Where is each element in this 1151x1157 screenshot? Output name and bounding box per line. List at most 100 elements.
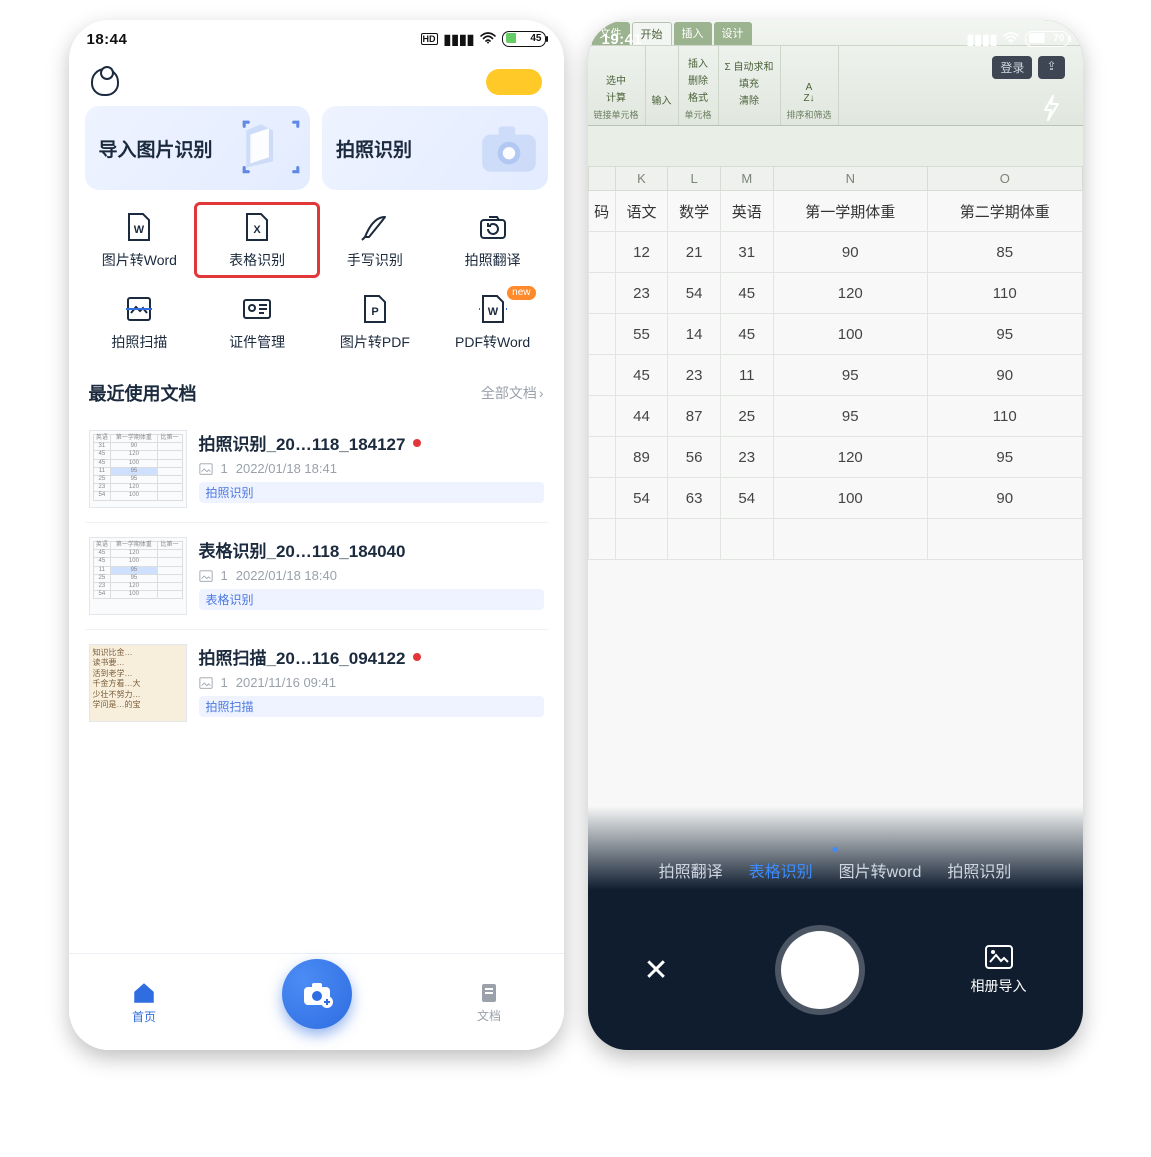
doc-count: 1 xyxy=(221,568,228,583)
tool-table-recognition[interactable]: X 表格识别 xyxy=(198,210,316,270)
status-time: 18:44 xyxy=(87,31,128,48)
shutter-button[interactable] xyxy=(781,931,859,1009)
chevron-right-icon: › xyxy=(539,385,544,401)
quill-icon xyxy=(358,210,392,244)
doc-date: 2022/01/18 18:40 xyxy=(236,568,337,583)
album-import-button[interactable]: 相册导入 xyxy=(971,944,1027,996)
tool-label: 图片转Word xyxy=(102,250,177,270)
doc-thumbnail: 知识比金…读书要…活到老学…千金方看…大少壮不努力…学问是…的宝 xyxy=(89,644,187,722)
fab-camera[interactable] xyxy=(282,959,352,1029)
mode-option[interactable]: 拍照识别 xyxy=(947,858,1011,882)
tool-img2pdf[interactable]: P 图片转PDF xyxy=(316,292,434,352)
tool-label: 证件管理 xyxy=(229,332,285,352)
tool-img2word[interactable]: W 图片转Word xyxy=(81,210,199,270)
status-icons: ▮▮▮▮ 70 xyxy=(967,31,1069,48)
tool-photo-scan[interactable]: 拍照扫描 xyxy=(81,292,199,352)
status-bar: 18:44 HD ▮▮▮▮ 45 xyxy=(69,20,564,58)
new-badge: new xyxy=(507,286,535,300)
wifi-icon xyxy=(1003,31,1019,47)
scan-icon xyxy=(122,292,156,326)
tool-grid: W 图片转Word X 表格识别 手写识别 拍照翻译 拍照扫描 证件管理 P 图… xyxy=(69,204,564,362)
list-item[interactable]: 知识比金…读书要…活到老学…千金方看…大少壮不努力…学问是…的宝 拍照扫描_20… xyxy=(85,630,548,736)
tool-label: PDF转Word xyxy=(455,332,530,352)
excel-table: KLMNO 码语文数学英语第一学期体重第二学期体重 1221319085 235… xyxy=(588,166,1083,560)
home-icon xyxy=(131,980,157,1006)
close-icon[interactable]: ✕ xyxy=(643,953,668,988)
album-label: 相册导入 xyxy=(971,976,1027,996)
unread-dot xyxy=(413,439,421,447)
import-image-label: 导入图片识别 xyxy=(99,135,213,162)
image-icon xyxy=(199,462,213,476)
home-screen: 18:44 HD ▮▮▮▮ 45 导入图片识别 拍照识别 xyxy=(69,20,564,1050)
battery-icon: 70 xyxy=(1025,31,1068,47)
status-bar: 19:41 ▮▮▮▮ 70 xyxy=(588,20,1083,58)
hd-icon: HD xyxy=(421,33,438,45)
camera-plus-icon xyxy=(300,977,334,1011)
mode-option[interactable]: 图片转word xyxy=(839,858,922,882)
gallery-icon xyxy=(984,944,1014,970)
signal-icon: ▮▮▮▮ xyxy=(967,31,998,48)
doc-title: 拍照扫描_20…116_094122 xyxy=(199,644,406,669)
tool-id-manage[interactable]: 证件管理 xyxy=(198,292,316,352)
doc-title: 表格识别_20…118_184040 xyxy=(199,537,406,562)
premium-toggle[interactable] xyxy=(486,69,542,95)
tool-handwriting[interactable]: 手写识别 xyxy=(316,210,434,270)
word-icon: W xyxy=(122,210,156,244)
id-card-icon xyxy=(240,292,274,326)
camera-icon xyxy=(476,116,542,182)
doc-date: 2021/11/16 09:41 xyxy=(236,675,336,690)
doc-thumbnail: 英语第一学期体重比第一 319045120 451001195 25952312… xyxy=(89,430,187,508)
svg-text:W: W xyxy=(487,306,498,318)
doc-count: 1 xyxy=(221,461,228,476)
all-docs-link[interactable]: 全部文档 › xyxy=(481,383,544,403)
unread-dot xyxy=(413,653,421,661)
doc-date: 2022/01/18 18:41 xyxy=(236,461,337,476)
share-icon[interactable]: ⇪ xyxy=(1038,56,1064,79)
tool-label: 拍照扫描 xyxy=(111,332,167,352)
nav-home[interactable]: 首页 xyxy=(131,980,157,1025)
camera-screen: 19:41 ▮▮▮▮ 70 登录 ⇪ 文件 开始 插入 设计 选中计 xyxy=(588,20,1083,1050)
pdf-icon: P xyxy=(358,292,392,326)
svg-text:W: W xyxy=(134,224,145,236)
mode-option[interactable]: 拍照翻译 xyxy=(659,858,723,882)
image-icon xyxy=(199,676,213,690)
tool-label: 手写识别 xyxy=(347,250,403,270)
document-icon xyxy=(477,981,501,1005)
doc-count: 1 xyxy=(221,675,228,690)
status-time: 19:41 xyxy=(602,31,643,48)
doc-list: 英语第一学期体重比第一 319045120 451001195 25952312… xyxy=(69,412,564,740)
tool-pdf2word[interactable]: new W PDF转Word xyxy=(434,292,552,352)
camera-mode-selector[interactable]: 拍照翻译 表格识别 图片转word 拍照识别 xyxy=(588,858,1083,882)
list-item[interactable]: 英语第一学期体重比第一 4512045100 11952595 23120541… xyxy=(85,523,548,630)
camera-viewport: 文件 开始 插入 设计 选中计算链接单元格 输入 插入删除格式单元格 Σ 自动求… xyxy=(588,20,1083,1050)
profile-icon[interactable] xyxy=(91,68,119,96)
camera-refresh-icon xyxy=(476,210,510,244)
tool-label: 图片转PDF xyxy=(340,332,410,352)
svg-text:X: X xyxy=(253,224,261,236)
take-photo-card[interactable]: 拍照识别 xyxy=(322,106,548,190)
status-icons: HD ▮▮▮▮ 45 xyxy=(421,31,546,48)
bottom-nav: 首页 文档 xyxy=(69,954,564,1050)
doc-tag: 拍照识别 xyxy=(199,482,544,503)
doc-tag: 拍照扫描 xyxy=(199,696,544,717)
svg-text:P: P xyxy=(371,306,378,318)
import-image-card[interactable]: 导入图片识别 xyxy=(85,106,311,190)
mode-indicator-dot xyxy=(833,847,838,852)
tool-label: 表格识别 xyxy=(229,250,285,270)
flash-icon[interactable] xyxy=(1039,94,1063,127)
list-item[interactable]: 英语第一学期体重比第一 319045120 451001195 25952312… xyxy=(85,416,548,523)
wifi-icon xyxy=(480,31,496,47)
tool-label: 拍照翻译 xyxy=(465,250,521,270)
gallery-icon xyxy=(238,116,304,182)
take-photo-label: 拍照识别 xyxy=(336,135,412,162)
recent-docs-title: 最近使用文档 xyxy=(89,380,197,406)
nav-docs[interactable]: 文档 xyxy=(477,981,501,1024)
signal-icon: ▮▮▮▮ xyxy=(444,31,475,48)
excel-icon: X xyxy=(240,210,274,244)
tool-photo-translate[interactable]: 拍照翻译 xyxy=(434,210,552,270)
battery-icon: 45 xyxy=(502,31,545,47)
login-button[interactable]: 登录 xyxy=(992,56,1032,79)
doc-thumbnail: 英语第一学期体重比第一 4512045100 11952595 23120541… xyxy=(89,537,187,615)
mode-option[interactable]: 表格识别 xyxy=(749,858,813,882)
camera-bottom-bar: ✕ 相册导入 xyxy=(588,890,1083,1050)
